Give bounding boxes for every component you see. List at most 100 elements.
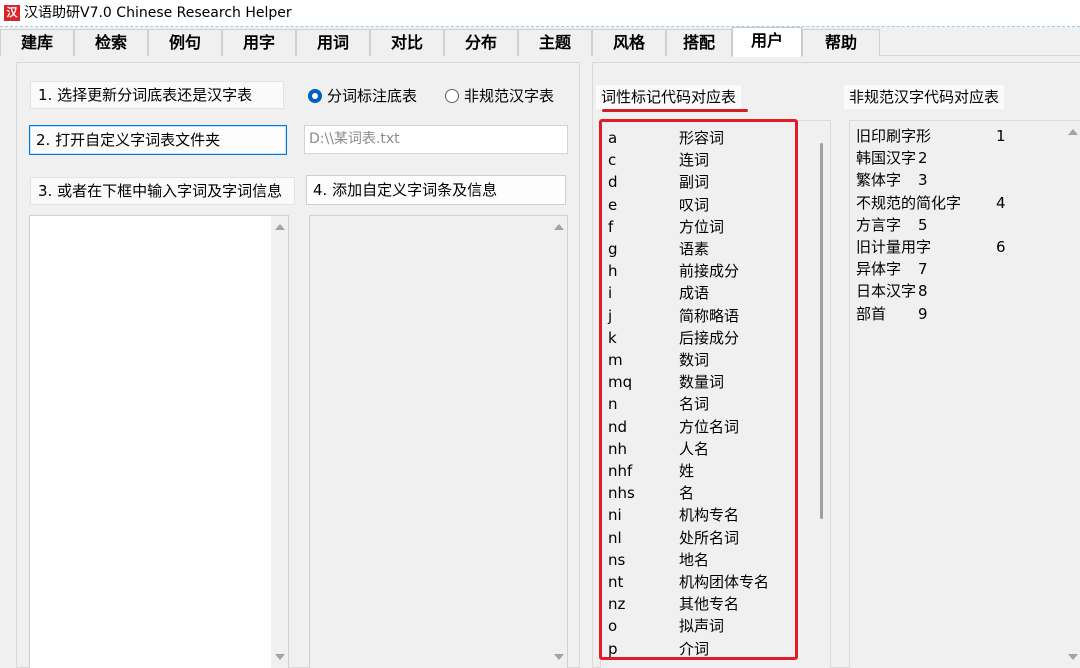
nonstandard-name: 方言字 xyxy=(856,215,902,234)
pos-code: h xyxy=(608,262,618,281)
tab-theme[interactable]: 主题 xyxy=(518,29,592,56)
pos-code-row[interactable]: nt 机构团体专名 xyxy=(608,571,808,593)
add-custom-entries-button[interactable]: 4. 添加自定义字词条及信息 xyxy=(306,175,566,205)
pos-code-row[interactable]: ns 地名 xyxy=(608,549,808,571)
radio-segmentation-table[interactable]: 分词标注底表 xyxy=(308,85,417,107)
nonstandard-code-row[interactable]: 韩国汉字 2 xyxy=(856,147,1056,169)
scroll-down-icon[interactable] xyxy=(1068,654,1078,660)
pos-name: 前接成分 xyxy=(679,262,740,281)
nonstandard-code-row[interactable]: 日本汉字 8 xyxy=(856,280,1056,302)
pos-code-row[interactable]: nd 方位名词 xyxy=(608,416,808,438)
scroll-down-icon[interactable] xyxy=(554,654,564,660)
entries-preview-box[interactable] xyxy=(309,215,568,668)
pos-code-row[interactable]: ni 机构专名 xyxy=(608,504,808,526)
scrollbar[interactable] xyxy=(1064,121,1080,668)
pos-code-row[interactable]: e 叹词 xyxy=(608,194,808,216)
tab-build-corpus[interactable]: 建库 xyxy=(0,29,74,56)
pos-name: 机构专名 xyxy=(679,506,740,525)
nonstandard-code-row[interactable]: 异体字 7 xyxy=(856,258,1056,280)
pos-code: d xyxy=(608,173,618,192)
nonstandard-code: 5 xyxy=(918,215,928,234)
pos-code-row[interactable]: o 拟声词 xyxy=(608,615,808,637)
pos-name: 数词 xyxy=(679,351,710,369)
tab-word-usage[interactable]: 用词 xyxy=(296,29,370,56)
pos-code-row[interactable]: mq 数量词 xyxy=(608,371,808,393)
tab-char-usage[interactable]: 用字 xyxy=(222,29,296,56)
pos-name: 处所名词 xyxy=(679,528,740,547)
radio-nonstandard-char-table[interactable]: 非规范汉字表 xyxy=(445,85,554,107)
pos-code-row[interactable]: m 数词 xyxy=(608,349,808,371)
nonstandard-code: 9 xyxy=(918,304,928,323)
pos-code: m xyxy=(608,351,623,369)
pos-code-row[interactable]: k 后接成分 xyxy=(608,327,808,349)
nonstandard-code: 4 xyxy=(996,193,1006,212)
pos-code-row[interactable]: h 前接成分 xyxy=(608,260,808,282)
nonstandard-code-row[interactable]: 旧印刷字形 1 xyxy=(856,125,1056,147)
tab-compare[interactable]: 对比 xyxy=(370,29,444,56)
code-reference-panel: 词性标记代码对应表 非规范汉字代码对应表 a 形容词 c 连词 d 副词 e 叹词 f 方位词 g 语… xyxy=(592,62,1080,668)
custom-dictionary-panel: 1. 选择更新分词底表还是汉字表 分词标注底表 非规范汉字表 2. 打开自定义字… xyxy=(16,62,580,668)
pos-code-row[interactable]: p 介词 xyxy=(608,638,808,660)
scrollbar-thumb[interactable] xyxy=(820,143,823,519)
pos-code-row[interactable]: f 方位词 xyxy=(608,216,808,238)
custom-entries-textarea[interactable] xyxy=(29,215,289,668)
pos-name: 介词 xyxy=(679,639,710,658)
nonstandard-code-row[interactable]: 不规范的简化字 4 xyxy=(856,192,1056,214)
pos-code-row[interactable]: nl 处所名词 xyxy=(608,527,808,549)
scroll-up-icon[interactable] xyxy=(275,224,285,230)
file-path-field[interactable]: D:\\某词表.txt xyxy=(304,125,568,154)
pos-code: g xyxy=(608,240,618,258)
nonstandard-name: 部首 xyxy=(856,304,887,323)
scroll-down-icon[interactable] xyxy=(275,654,285,660)
scroll-up-icon[interactable] xyxy=(1068,129,1078,135)
tab-help[interactable]: 帮助 xyxy=(802,29,880,56)
pos-name: 副词 xyxy=(679,173,710,192)
nonstandard-code-row[interactable]: 旧计量用字 6 xyxy=(856,236,1056,258)
pos-code-row[interactable]: d 副词 xyxy=(608,171,808,193)
tab-user[interactable]: 用户 xyxy=(732,27,802,57)
pos-code-row[interactable]: nhs 名 xyxy=(608,482,808,504)
nonstandard-name: 旧计量用字 xyxy=(856,238,932,256)
scroll-up-icon[interactable] xyxy=(554,224,564,230)
pos-name: 名 xyxy=(679,484,695,503)
nonstandard-name: 韩国汉字 xyxy=(856,149,917,168)
pos-name: 方位词 xyxy=(679,217,725,236)
pos-code: e xyxy=(608,195,618,214)
scrollbar[interactable] xyxy=(271,216,288,668)
pos-code-row[interactable]: i 成语 xyxy=(608,282,808,304)
pos-code-row[interactable]: j 简称略语 xyxy=(608,305,808,327)
nonstandard-code-list[interactable]: 旧印刷字形 1 韩国汉字 2 繁体字 3 不规范的简化字 4 方言字 5 旧计量用字 6 异体字 7 日本汉… xyxy=(849,120,1080,668)
pos-code-row[interactable]: g 语素 xyxy=(608,238,808,260)
tab-distribution[interactable]: 分布 xyxy=(444,29,518,56)
tab-style[interactable]: 风格 xyxy=(592,29,666,56)
scrollbar[interactable] xyxy=(813,121,830,668)
nonstandard-table-title: 非规范汉字代码对应表 xyxy=(844,85,1005,109)
nonstandard-name: 繁体字 xyxy=(856,171,902,190)
step3-label: 3. 或者在下框中输入字词及字词信息 xyxy=(30,177,295,205)
pos-code: nhs xyxy=(608,484,635,503)
pos-name: 叹词 xyxy=(679,195,710,214)
pos-code-row[interactable]: n 名词 xyxy=(608,393,808,415)
tab-examples[interactable]: 例句 xyxy=(148,29,222,56)
pos-code: p xyxy=(608,639,618,658)
nonstandard-code-row[interactable]: 繁体字 3 xyxy=(856,169,1056,191)
pos-code: ns xyxy=(608,550,626,569)
pos-code-row[interactable]: a 形容词 xyxy=(608,127,808,149)
open-custom-dictionary-folder-button[interactable]: 2. 打开自定义字词表文件夹 xyxy=(29,125,287,155)
pos-name: 地名 xyxy=(679,550,710,569)
nonstandard-code-row[interactable]: 方言字 5 xyxy=(856,214,1056,236)
pos-code-row[interactable]: nz 其他专名 xyxy=(608,593,808,615)
pos-code-row[interactable]: c 连词 xyxy=(608,149,808,171)
nonstandard-name: 日本汉字 xyxy=(856,282,917,301)
nonstandard-code: 6 xyxy=(996,238,1006,256)
app-logo-icon: 汉 xyxy=(4,5,20,21)
tab-collocation[interactable]: 搭配 xyxy=(666,29,732,56)
pos-code: ni xyxy=(608,506,622,525)
nonstandard-code-row[interactable]: 部首 9 xyxy=(856,303,1056,325)
pos-code: f xyxy=(608,217,614,236)
pos-code-row[interactable]: nhf 姓 xyxy=(608,460,808,482)
scrollbar[interactable] xyxy=(550,216,567,668)
pos-code-list[interactable]: a 形容词 c 连词 d 副词 e 叹词 f 方位词 g 语素 h 前接成分 i 成语 j 简称略语 k 后接成分 m 数… xyxy=(600,120,831,668)
pos-code-row[interactable]: nh 人名 xyxy=(608,438,808,460)
tab-search[interactable]: 检索 xyxy=(74,29,148,56)
